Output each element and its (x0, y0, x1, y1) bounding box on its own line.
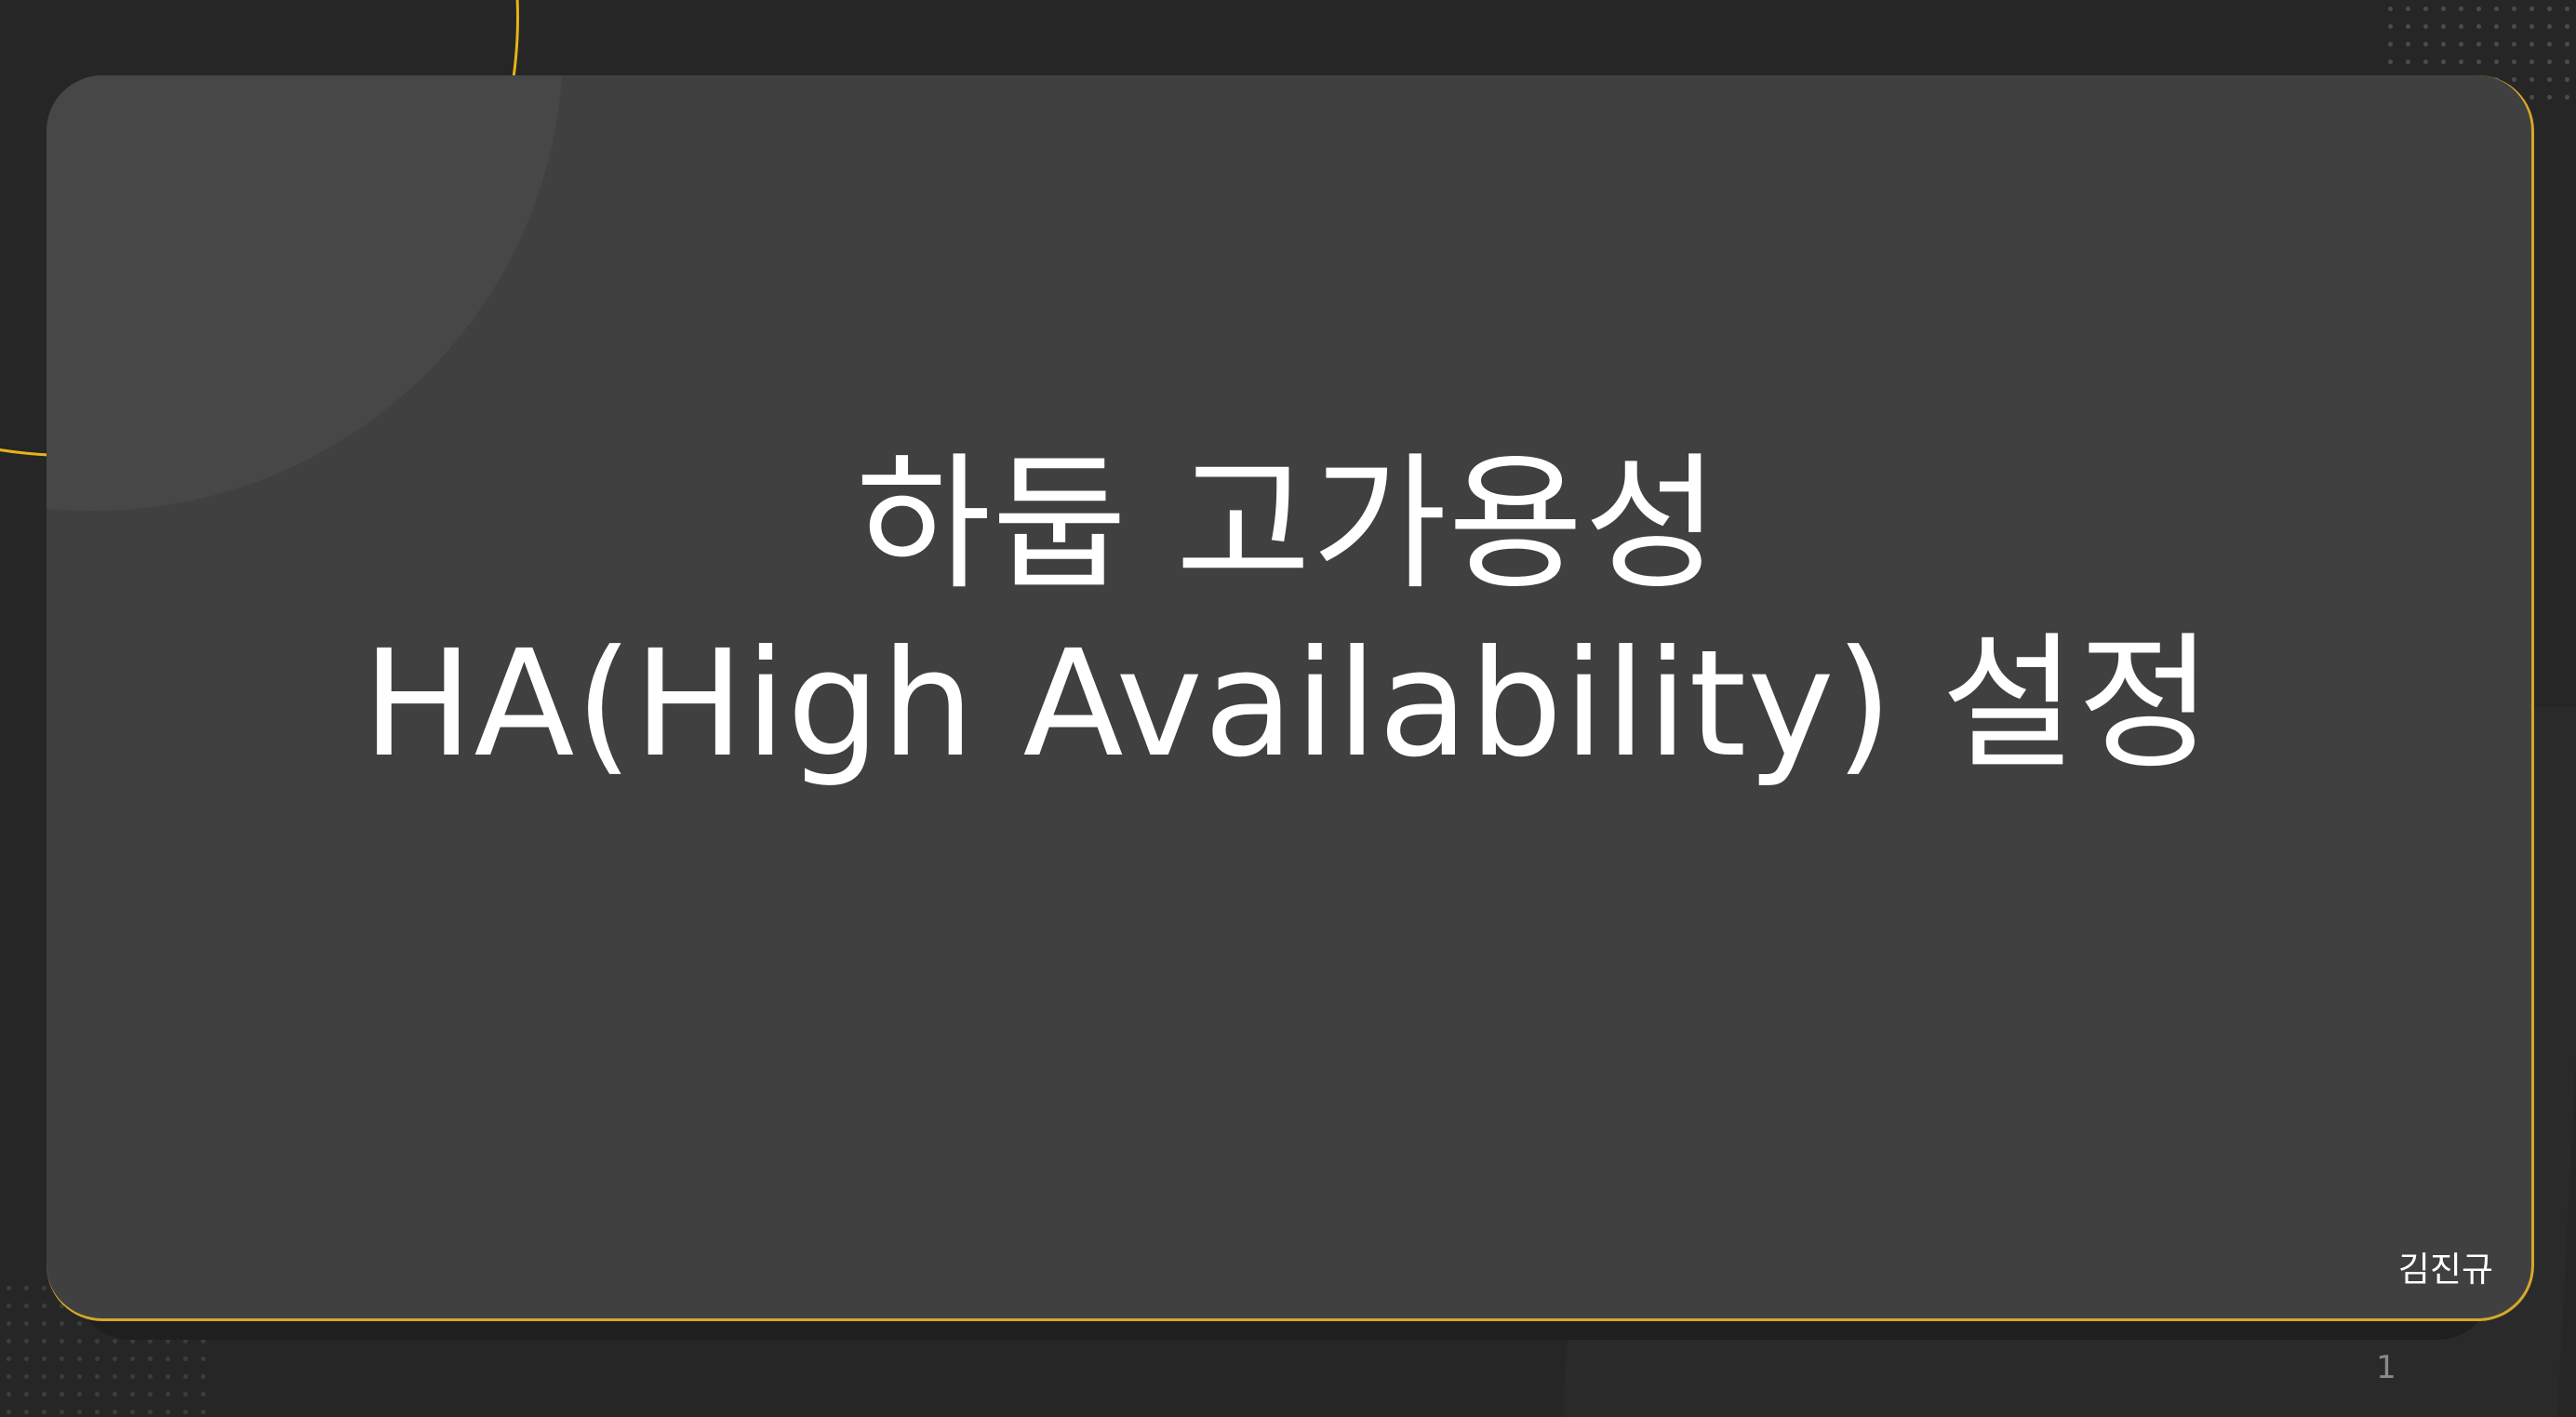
slide-title-line-2: HA(High Availability) 설정 (362, 619, 2214, 790)
slide-canvas: 하둡 고가용성 HA(High Availability) 설정 김진규 1 (0, 0, 2576, 1417)
slide-title-line-1: 하둡 고가용성 (855, 439, 1721, 610)
slide-title: 하둡 고가용성 HA(High Availability) 설정 (0, 435, 2576, 795)
author-name: 김진규 (2397, 1250, 2493, 1290)
slide-number: 1 (2376, 1349, 2396, 1386)
